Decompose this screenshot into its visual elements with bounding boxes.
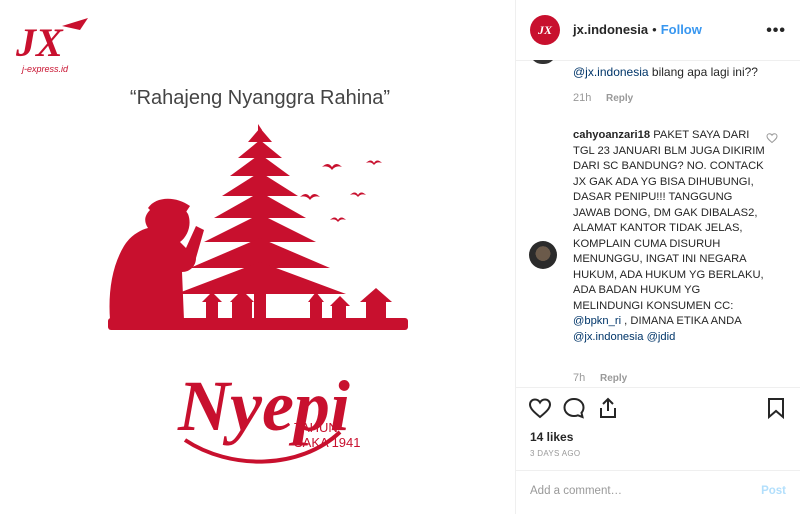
bookmark-icon[interactable] [764,396,788,420]
post-image[interactable]: JX j-express.id “Rahajeng Nyanggra Rahin… [0,0,515,514]
comment-text: cahyoanzari18 PAKET SAYA DARI TGL 23 JAN… [573,129,765,343]
temple-silhouette [108,124,408,330]
saka-text: SAKA 1941 [294,435,361,450]
header-text: jx.indonesia • Follow [573,22,702,37]
reply-button[interactable]: Reply [600,373,627,384]
follow-button[interactable]: Follow [661,22,702,37]
comments-list[interactable]: @jx.indonesia bilang apa lagi ini?? 21h … [516,60,800,386]
separator-dot: • [652,22,657,37]
username-link[interactable]: jx.indonesia [573,22,648,37]
add-comment-bar: Add a comment… Post [516,470,800,515]
more-options-icon[interactable]: ••• [766,22,786,40]
mention-link[interactable]: @jx.indonesia [573,331,643,343]
birds [300,160,382,222]
post-button[interactable]: Post [761,485,786,497]
mention-link[interactable]: @bpkn_ri [573,315,621,327]
likes-count[interactable]: 14 likes [530,430,573,444]
post-date[interactable]: 3 DAYS AGO [530,449,580,458]
greeting-text: “Rahajeng Nyanggra Rahina” [130,87,390,109]
comment-input[interactable]: Add a comment… [530,485,622,497]
avatar[interactable]: JX [530,15,560,45]
mention-link[interactable]: @jdid [647,331,676,343]
nyepi-illustration: JX j-express.id “Rahajeng Nyanggra Rahin… [15,18,408,464]
instagram-post: JX j-express.id “Rahajeng Nyanggra Rahin… [0,0,800,514]
avatar[interactable] [530,60,556,64]
tahun-text: TAHUN [294,420,338,435]
share-icon[interactable] [596,396,620,420]
jx-logo: JX j-express.id [15,18,88,74]
comment-icon[interactable] [562,396,586,420]
comment-username[interactable]: cahyoanzari18 [573,129,650,141]
avatar[interactable] [529,241,557,269]
comment-timestamp[interactable]: 21h [573,92,591,104]
logo-arrow-icon [62,18,88,30]
mention-link[interactable]: @jx.indonesia [573,65,649,79]
svg-text:JX: JX [15,20,64,65]
comment-timestamp[interactable]: 7h [573,372,585,384]
like-heart-icon[interactable] [528,396,552,420]
reply-button[interactable]: Reply [606,93,633,104]
post-sidebar: JX jx.indonesia • Follow ••• @jx.indonesia… [515,0,800,514]
comment-text: @jx.indonesia bilang apa lagi ini?? [573,65,758,79]
like-comment-heart-icon[interactable] [766,132,778,144]
svg-text:j-express.id: j-express.id [21,64,69,74]
post-header: JX jx.indonesia • Follow ••• [516,0,800,61]
